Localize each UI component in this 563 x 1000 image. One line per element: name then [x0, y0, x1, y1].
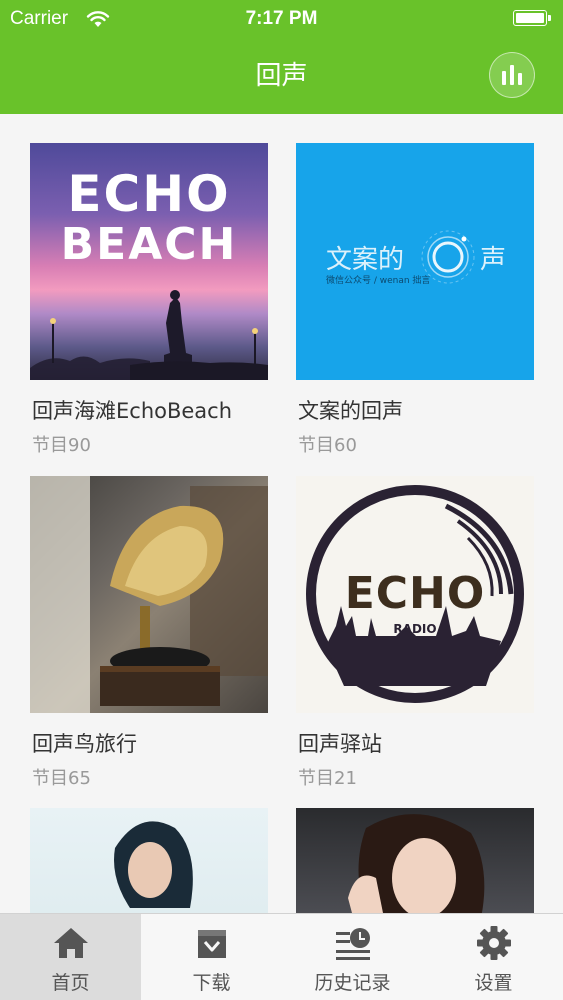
- cover-caption: 微信公众号 / wenan 拙言: [326, 276, 431, 286]
- cover-text-left: 文案的: [326, 245, 405, 275]
- channel-title: 回声海滩EchoBeach: [32, 399, 233, 423]
- tab-label: 历史记录: [314, 972, 391, 994]
- equalizer-icon: [502, 65, 522, 85]
- download-box-icon: [197, 930, 226, 958]
- cover-image: [30, 476, 268, 713]
- now-playing-button[interactable]: [489, 52, 535, 98]
- episode-count: 节目60: [298, 435, 357, 456]
- cover-text-right: 声: [480, 245, 507, 275]
- channel-title: 回声鸟旅行: [32, 732, 137, 756]
- tab-bar: 首页 下载 历史记录 设置: [0, 913, 563, 1000]
- cover-image: [30, 808, 268, 914]
- tab-history[interactable]: 历史记录: [282, 914, 423, 1000]
- clock-time: 7:17 PM: [245, 8, 318, 29]
- portrait-photo: [114, 821, 193, 908]
- status-bar: Carrier 7:17 PM: [0, 0, 563, 40]
- statue-silhouette: [30, 290, 268, 380]
- history-clock-icon: [335, 928, 370, 960]
- cover-text-line2: BEACH: [60, 219, 238, 270]
- home-icon: [53, 928, 88, 958]
- cover-image: ECHO RADIO: [296, 476, 534, 713]
- channel-title: 回声驿站: [298, 732, 382, 756]
- page-title: 回声: [255, 61, 308, 91]
- episode-count: 节目21: [298, 768, 357, 789]
- episode-count: 节目65: [32, 768, 91, 789]
- cover-logo-text: ECHO: [344, 568, 486, 619]
- tab-home[interactable]: 首页: [0, 914, 141, 1000]
- tab-download[interactable]: 下载: [141, 914, 282, 1000]
- channel-title: 文案的回声: [298, 399, 403, 423]
- gear-icon: [476, 926, 511, 960]
- cover-text-line1: ECHO: [67, 165, 231, 223]
- episode-count: 节目90: [32, 435, 91, 456]
- tab-settings[interactable]: 设置: [423, 914, 563, 1000]
- app-screen: Carrier 7:17 PM 回声 ECHO BEACH 回声海滩EchoBe…: [0, 0, 563, 1000]
- tab-label: 设置: [474, 972, 513, 994]
- tab-label: 下载: [192, 972, 231, 994]
- cover-image: [296, 808, 534, 914]
- cover-sub-text: RADIO: [393, 622, 437, 636]
- gramophone-photo: [30, 476, 268, 713]
- top-bar: Carrier 7:17 PM 回声: [0, 0, 563, 114]
- channel-grid: ECHO BEACH 回声海滩EchoBeach 节目90 文案的 声 微信公众…: [0, 114, 563, 914]
- portrait-photo: [348, 814, 485, 914]
- cover-image: 文案的 声 微信公众号 / wenan 拙言: [296, 143, 534, 380]
- battery-icon: [513, 10, 553, 28]
- tab-label: 首页: [51, 972, 90, 994]
- cover-image: ECHO BEACH: [30, 143, 268, 380]
